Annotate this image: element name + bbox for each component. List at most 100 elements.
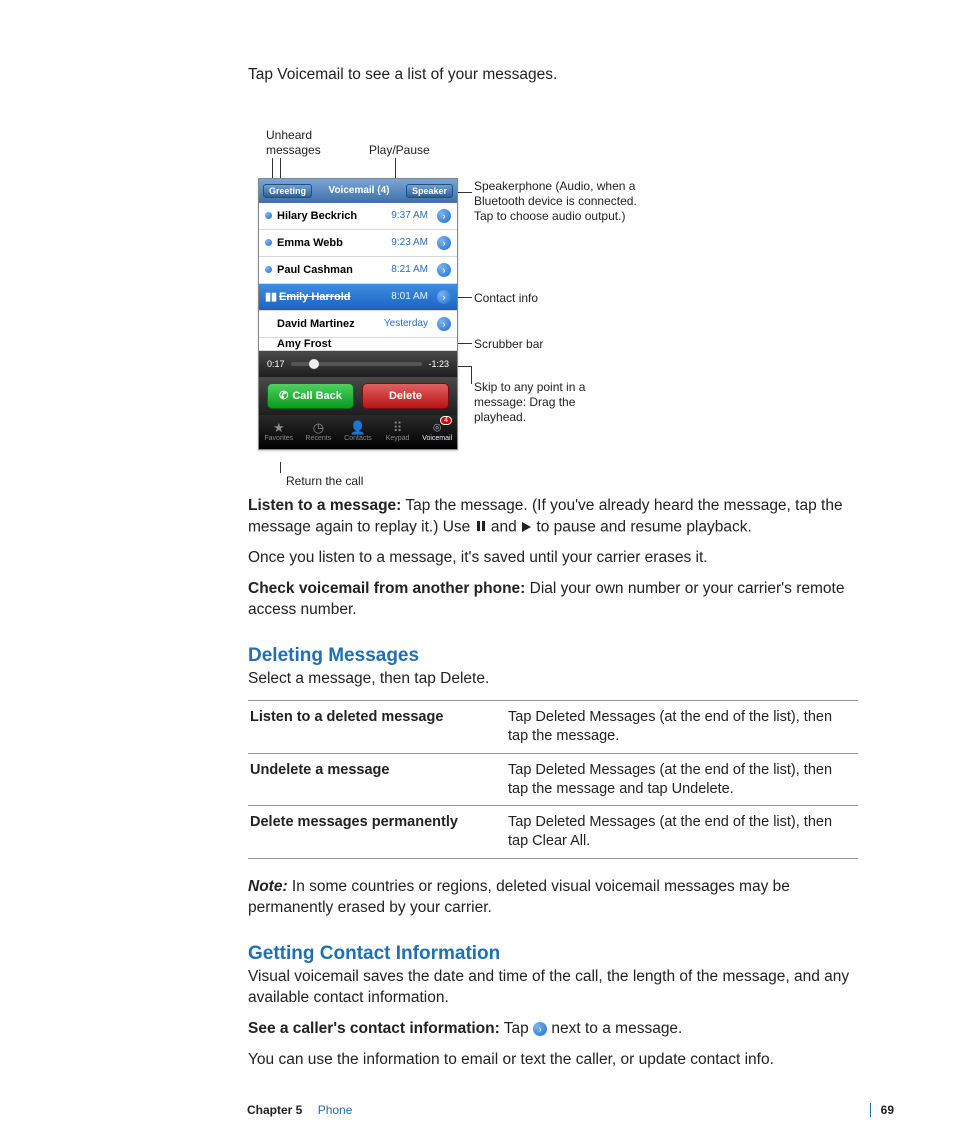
scrubber-track[interactable] (291, 362, 423, 366)
action-name: Undelete a message (248, 753, 506, 806)
callout-return: Return the call (286, 474, 363, 489)
voicemail-row[interactable]: David Martinez Yesterday › (259, 311, 457, 338)
scrubber-bar[interactable]: 0:17 -1:23 (259, 351, 457, 377)
action-bar: ✆ Call Back Delete (259, 377, 457, 415)
badge-count: 4 (440, 416, 452, 425)
detail-chevron-icon[interactable]: › (437, 317, 451, 331)
contact-info-intro: Visual voicemail saves the date and time… (248, 967, 858, 1009)
action-name: Listen to a deleted message (248, 701, 506, 754)
phone-mock: Greeting Voicemail (4) Speaker Hilary Be… (258, 178, 458, 450)
tab-label: Keypad (386, 435, 410, 442)
elapsed-time: 0:17 (267, 359, 285, 369)
detail-chevron-icon[interactable]: › (437, 236, 451, 250)
action-description: Tap Deleted Messages (at the end of the … (506, 701, 858, 754)
call-time: 9:23 AM (391, 237, 428, 248)
detail-chevron-icon: › (533, 1022, 547, 1036)
tab-favorites[interactable]: ★Favorites (259, 415, 299, 449)
table-row: Listen to a deleted messageTap Deleted M… (248, 701, 858, 754)
voicemail-row-cut[interactable]: Amy Frost (259, 338, 457, 351)
voicemail-row[interactable]: Hilary Beckrich 9:37 AM › (259, 203, 457, 230)
tab-recents[interactable]: ◷Recents (299, 415, 339, 449)
detail-chevron-icon[interactable]: › (437, 263, 451, 277)
text: In some countries or regions, deleted vi… (248, 878, 790, 916)
action-name: Delete messages permanently (248, 806, 506, 859)
use-info-paragraph: You can use the information to email or … (248, 1050, 858, 1071)
unheard-dot-icon (265, 266, 272, 273)
speaker-button[interactable]: Speaker (406, 184, 453, 198)
caller-name: Paul Cashman (277, 264, 386, 276)
actions-table: Listen to a deleted messageTap Deleted M… (248, 700, 858, 859)
star-icon: ★ (273, 421, 285, 434)
tab-label: Recents (306, 435, 332, 442)
callout-skip: Skip to any point in a message: Drag the… (474, 380, 624, 425)
footer: Chapter 5 Phone (247, 1103, 352, 1117)
callout-speaker: Speakerphone (Audio, when a Bluetooth de… (474, 179, 649, 224)
voicemail-row-selected[interactable]: ▮▮ Emily Harrold 8:01 AM › (259, 284, 457, 311)
navbar-title: Voicemail (4) (329, 185, 390, 196)
voicemail-icon: ⌾ (433, 421, 441, 434)
voicemail-diagram: Unheard messages Play/Pause Speakerphone… (248, 100, 858, 480)
page-number: 69 (870, 1103, 894, 1117)
caller-name: Emma Webb (277, 237, 386, 249)
callout-playpause: Play/Pause (369, 143, 430, 158)
table-row: Undelete a messageTap Deleted Messages (… (248, 753, 858, 806)
tab-keypad[interactable]: ⠿Keypad (378, 415, 418, 449)
callout-contact: Contact info (474, 291, 538, 306)
check-heading: Check voicemail from another phone: (248, 580, 525, 597)
check-paragraph: Check voicemail from another phone: Dial… (248, 579, 858, 621)
see-contact-paragraph: See a caller's contact information: Tap … (248, 1019, 858, 1040)
person-icon: 👤 (350, 421, 366, 434)
saved-paragraph: Once you listen to a message, it's saved… (248, 548, 858, 569)
detail-chevron-icon[interactable]: › (437, 290, 451, 304)
play-icon (522, 522, 531, 532)
text: Tap (500, 1020, 533, 1037)
listen-paragraph: Listen to a message: Tap the message. (I… (248, 496, 858, 538)
intro-text: Tap Voicemail to see a list of your mess… (248, 65, 858, 86)
listen-heading: Listen to a message: (248, 497, 401, 514)
keypad-icon: ⠿ (393, 421, 403, 434)
detail-chevron-icon[interactable]: › (437, 209, 451, 223)
call-back-label: Call Back (292, 390, 342, 402)
action-description: Tap Deleted Messages (at the end of the … (506, 806, 858, 859)
spacer (265, 340, 272, 347)
clock-icon: ◷ (313, 421, 324, 434)
callout-scrubber: Scrubber bar (474, 337, 543, 352)
pause-icon: ▮▮ (265, 290, 274, 303)
caller-name: Emily Harrold (279, 291, 386, 303)
unheard-dot-icon (265, 212, 272, 219)
chapter-label: Chapter 5 (247, 1103, 302, 1117)
action-description: Tap Deleted Messages (at the end of the … (506, 753, 858, 806)
greeting-button[interactable]: Greeting (263, 184, 312, 198)
text: to pause and resume playback. (532, 518, 752, 535)
call-back-button[interactable]: ✆ Call Back (267, 383, 354, 409)
caller-name: David Martinez (277, 318, 379, 330)
tab-label: Favorites (264, 435, 293, 442)
call-time: 8:21 AM (391, 264, 428, 275)
tab-bar: ★Favorites ◷Recents 👤Contacts ⠿Keypad ⌾V… (259, 415, 457, 449)
contact-info-heading: Getting Contact Information (248, 943, 858, 965)
tab-voicemail[interactable]: ⌾Voicemail 4 (417, 415, 457, 449)
text: next to a message. (547, 1020, 682, 1037)
voicemail-row[interactable]: Paul Cashman 8:21 AM › (259, 257, 457, 284)
deleting-intro: Select a message, then tap Delete. (248, 669, 858, 690)
voicemail-row[interactable]: Emma Webb 9:23 AM › (259, 230, 457, 257)
tab-contacts[interactable]: 👤Contacts (338, 415, 378, 449)
table-row: Delete messages permanentlyTap Deleted M… (248, 806, 858, 859)
call-time: Yesterday (384, 318, 428, 329)
call-time: 9:37 AM (391, 210, 428, 221)
see-contact-heading: See a caller's contact information: (248, 1020, 500, 1037)
call-time: 8:01 AM (391, 291, 428, 302)
text: and (487, 518, 521, 535)
unheard-dot-icon (265, 239, 272, 246)
delete-button[interactable]: Delete (362, 383, 449, 409)
tab-label: Voicemail (422, 435, 452, 442)
caller-name: Hilary Beckrich (277, 210, 386, 222)
chapter-name: Phone (318, 1103, 353, 1117)
tab-label: Contacts (344, 435, 372, 442)
remaining-time: -1:23 (428, 359, 449, 369)
callout-unheard: Unheard messages (266, 128, 336, 158)
phone-handset-icon: ✆ (279, 389, 288, 402)
spacer (265, 320, 272, 327)
phone-navbar: Greeting Voicemail (4) Speaker (259, 179, 457, 203)
note-paragraph: Note: In some countries or regions, dele… (248, 877, 858, 919)
